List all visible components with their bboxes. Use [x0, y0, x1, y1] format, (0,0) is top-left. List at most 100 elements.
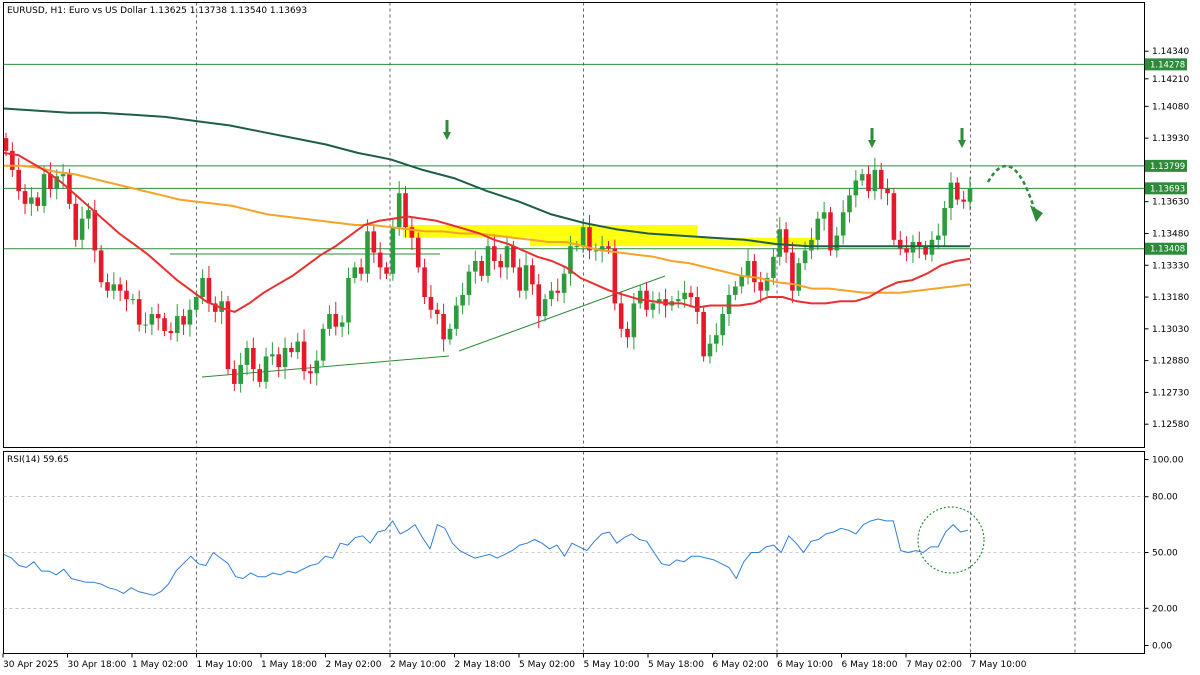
candle-body	[758, 282, 764, 291]
candle-body	[263, 356, 269, 382]
candle-body	[371, 231, 377, 253]
candle-body	[346, 277, 351, 323]
time-tick-label: 6 May 02:00	[713, 660, 769, 670]
candle-body	[193, 297, 199, 310]
candle-body	[885, 188, 890, 194]
candle-body	[694, 297, 700, 312]
candle-body	[289, 347, 294, 353]
candle-body	[828, 212, 833, 251]
time-tick-label: 5 May 18:00	[648, 660, 704, 670]
candle-body	[536, 284, 542, 317]
rsi-header: RSI(14) 59.65	[7, 455, 69, 465]
candle-body	[923, 246, 928, 255]
candle-body	[130, 299, 136, 301]
candle-body	[929, 239, 935, 255]
candle-body	[466, 271, 472, 295]
candle-body	[574, 246, 580, 248]
time-tick-label: 1 May 18:00	[261, 660, 317, 670]
candle-body	[707, 343, 713, 357]
candle-body	[955, 182, 960, 200]
candle-body	[60, 174, 66, 177]
candle-body	[878, 169, 884, 189]
candle-body	[701, 311, 706, 357]
candle-body	[453, 305, 459, 329]
candle-body	[117, 284, 123, 291]
candle-body	[35, 197, 41, 206]
candle-body	[105, 282, 110, 291]
candle-body	[415, 237, 421, 268]
candle-body	[270, 354, 275, 357]
candle-body	[948, 182, 954, 209]
candle-body	[625, 328, 630, 338]
price-axis: 1.14340 1.14210 1.14080 1.13930 1.13630 1.134…	[1144, 47, 1189, 430]
time-tick-label: 7 May 02:00	[906, 660, 962, 670]
candle-body	[295, 341, 301, 353]
candle-body	[891, 193, 897, 240]
candle-body	[720, 314, 725, 336]
candle-body	[3, 138, 9, 151]
candle-body	[232, 369, 237, 384]
candle-body	[124, 290, 129, 300]
candle-body	[802, 250, 808, 264]
time-axis: 30 Apr 2025 30 Apr 18:00 1 May 02:00 1 May …	[2, 653, 1027, 670]
rsi-tick-label: 20.00	[1152, 604, 1178, 614]
time-tick-label: 2 May 02:00	[326, 660, 382, 670]
candle-body	[29, 197, 34, 204]
candle-body	[73, 203, 79, 240]
time-tick-label: 30 Apr 18:00	[68, 660, 127, 670]
candle-body	[206, 277, 212, 304]
candle-body	[365, 231, 370, 274]
candle-body	[561, 273, 567, 293]
candle-body	[967, 188, 973, 202]
candle-body	[238, 364, 243, 384]
candle-body	[314, 360, 320, 374]
candle-body	[422, 267, 427, 298]
candle-body	[434, 309, 440, 314]
candle-body	[225, 301, 231, 370]
candle-body	[174, 316, 180, 334]
candle-body	[555, 290, 561, 293]
time-tick-label: 2 May 18:00	[455, 660, 511, 670]
chart-canvas: 1.14340 1.14210 1.14080 1.13930 1.13630 1.134…	[2, 2, 1189, 670]
price-level-tag-label: 1.14278	[1150, 60, 1185, 70]
candle-body	[143, 324, 148, 326]
candle-body	[79, 218, 85, 240]
candle-body	[777, 229, 783, 257]
candle-body	[460, 294, 465, 306]
candle-body	[631, 303, 637, 338]
candle-body	[149, 314, 155, 325]
time-tick-label: 5 May 02:00	[519, 660, 575, 670]
candle-body	[618, 303, 624, 329]
candle-body	[251, 347, 256, 370]
rsi-tick-label: 100.00	[1152, 456, 1184, 466]
candle-body	[98, 250, 104, 283]
price-tick-label: 1.12730	[1152, 388, 1189, 398]
candle-body	[593, 250, 599, 252]
candle-body	[339, 322, 345, 327]
symbol-header: EURUSD, H1: Euro vs US Dollar 1.13625 1.…	[7, 6, 307, 16]
time-tick-label: 1 May 02:00	[132, 660, 188, 670]
candle-body	[162, 318, 167, 331]
candle-body	[517, 267, 523, 291]
price-level-tag-label: 1.13799	[1150, 162, 1185, 172]
candle-body	[276, 354, 282, 367]
price-tick-label: 1.14080	[1152, 102, 1189, 112]
rsi-axis: 100.00 80.00 50.00 20.00 0.00	[1144, 456, 1184, 652]
candle-body	[688, 292, 694, 298]
candle-body	[282, 347, 288, 367]
candle-body	[168, 330, 174, 334]
candle-body	[403, 193, 408, 228]
price-tick-label: 1.12580	[1152, 420, 1189, 430]
candle-body	[549, 290, 554, 300]
candle-body	[396, 193, 402, 228]
candle-body	[441, 314, 446, 340]
candle-body	[809, 239, 814, 251]
candle-body	[910, 241, 916, 253]
candle-body	[447, 328, 453, 340]
candle-body	[714, 335, 719, 344]
time-tick-label: 6 May 10:00	[777, 660, 833, 670]
candle-body	[542, 299, 548, 317]
candle-body	[22, 191, 28, 204]
candle-body	[390, 227, 396, 274]
candle-body	[650, 303, 656, 310]
